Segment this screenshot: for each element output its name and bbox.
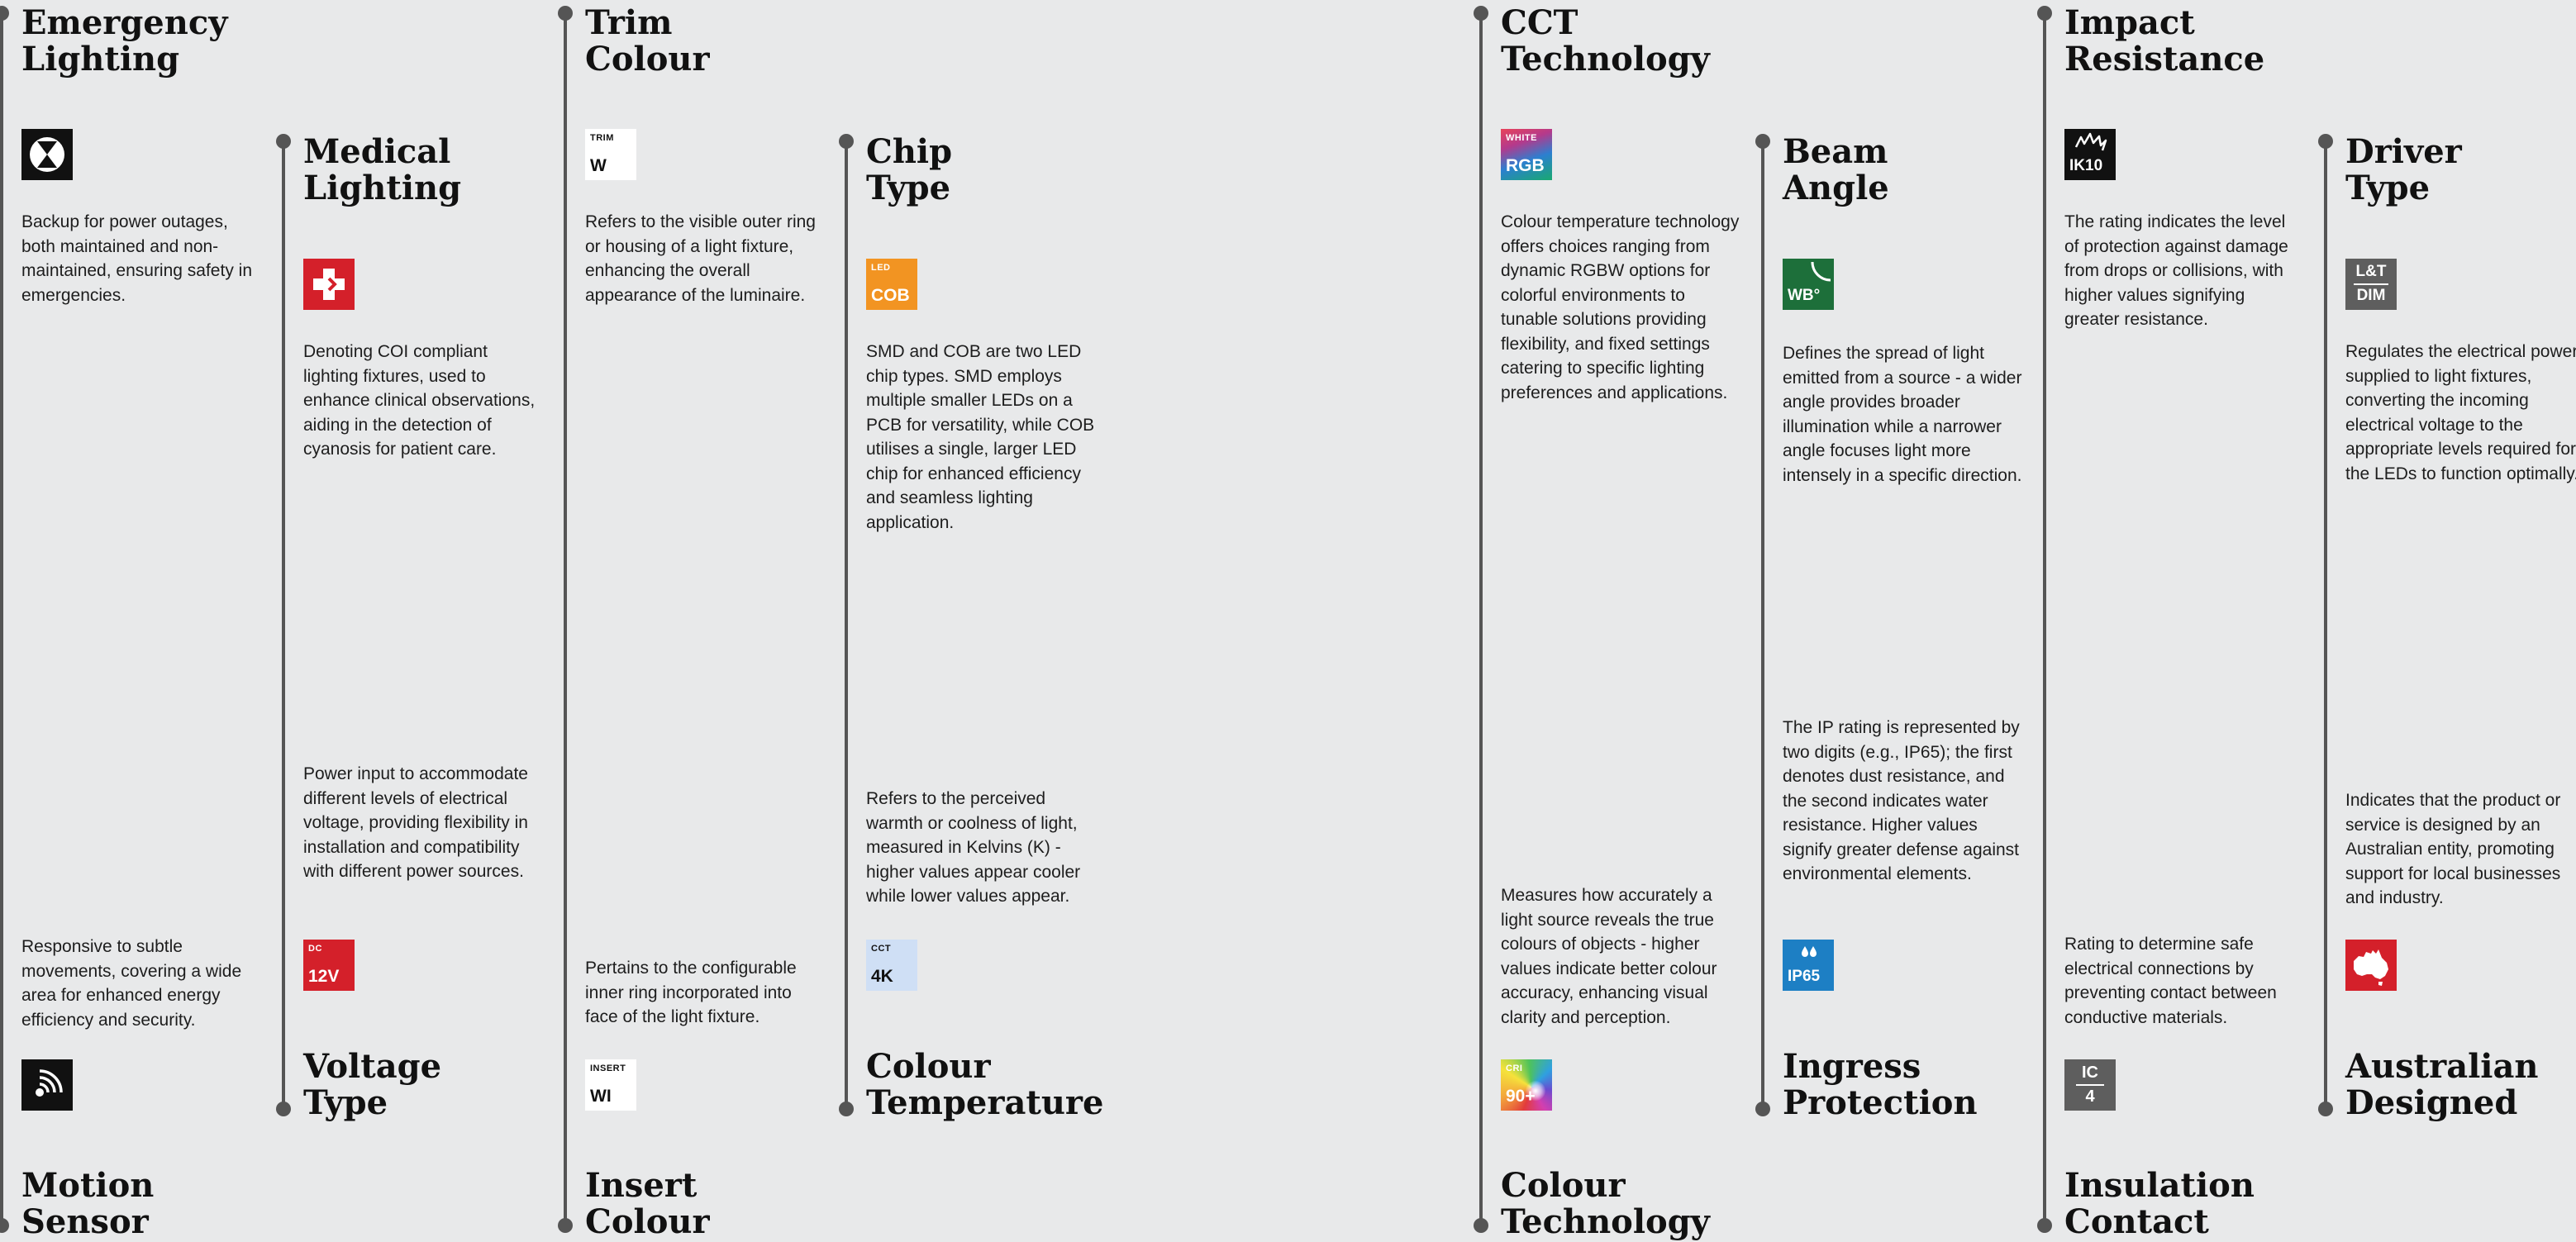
icon-caption: DC (308, 944, 322, 954)
feature-description: Measures how accurately a light source r… (1501, 886, 1717, 1027)
column-marker-dot (839, 1102, 854, 1116)
icon-value: IP65 (1788, 968, 1821, 985)
column-marker-dot (558, 1218, 573, 1233)
column-divider-line (564, 12, 567, 1230)
feature-description: Responsive to subtle movements, covering… (21, 937, 242, 1030)
feature-description: The IP rating is represented by two digi… (1783, 718, 2020, 883)
icon-value: COB (871, 286, 910, 305)
insert-colour-icon: INSERT WI (585, 1059, 636, 1111)
icon-value: 12V (308, 967, 340, 986)
ingress-protection-icon: IP65 (1783, 940, 1834, 991)
feature-title-motion-sensor: Motion Sensor (21, 1166, 155, 1241)
column-marker-dot (2318, 134, 2333, 149)
icon-caption: CCT (871, 944, 892, 954)
icon-value: 90+ (1506, 1087, 1536, 1106)
voltage-type-icon: DC 12V (303, 940, 355, 991)
column-divider-line (2043, 12, 2046, 1230)
impact-resistance-icon: IK10 (2064, 129, 2116, 180)
feature-title-australian-designed: Australian Designed (2345, 1047, 2539, 1122)
australia-map-icon (2345, 940, 2397, 991)
feature-title-insert-colour: Insert Colour (585, 1166, 710, 1241)
icon-value: 4K (871, 967, 893, 986)
feature-description: Power input to accommodate different lev… (303, 764, 528, 881)
feature-title-driver-type: Driver Type (2345, 132, 2462, 207)
feature-description: Regulates the electrical power supplied … (2345, 342, 2576, 483)
column-marker-dot (276, 1102, 291, 1116)
feature-description: Refers to the visible outer ring or hous… (585, 212, 816, 305)
feature-title-emergency-lighting: Emergency Lighting (21, 3, 228, 79)
feature-title-trim-colour: Trim Colour (585, 3, 710, 79)
column-marker-dot (2037, 6, 2052, 21)
feature-description: Pertains to the configurable inner ring … (585, 959, 797, 1026)
feature-title-ingress-protection: Ingress Protection (1783, 1047, 1978, 1122)
column-divider-line (1761, 140, 1764, 1109)
feature-description: Refers to the perceived warmth or coolne… (866, 789, 1081, 906)
icon-caption: INSERT (590, 1064, 626, 1073)
chip-type-icon: LED COB (866, 259, 917, 310)
column-marker-dot (558, 6, 573, 21)
insulation-contact-icon: IC 4 (2064, 1059, 2116, 1111)
colour-temperature-icon: CCT 4K (866, 940, 917, 991)
column-marker-dot (2318, 1102, 2333, 1116)
column-divider-line (1479, 12, 1483, 1230)
icon-caption: CRI (1506, 1064, 1523, 1073)
column-marker-dot (839, 134, 854, 149)
feature-title-medical-lighting: Medical Lighting (303, 132, 462, 207)
medical-cross-icon (303, 259, 355, 310)
feature-title-impact-resistance: Impact Resistance (2064, 3, 2265, 79)
column-divider-line (282, 140, 285, 1109)
icon-value: 4 (2085, 1087, 2095, 1106)
column-marker-dot (1474, 6, 1488, 21)
icon-caption: TRIM (590, 133, 614, 143)
emergency-icon (21, 129, 73, 180)
column-divider-line (845, 140, 848, 1109)
column-marker-dot (0, 6, 9, 21)
column-marker-dot (276, 134, 291, 149)
driver-type-icon: L&T DIM (2345, 259, 2397, 310)
icon-value: RGB (1506, 156, 1545, 175)
feature-title-insulation-contact: Insulation Contact (2064, 1166, 2255, 1241)
trim-colour-icon: TRIM W (585, 129, 636, 180)
feature-title-colour-temperature: Colour Temperature (866, 1047, 1104, 1122)
feature-description: Indicates that the product or service is… (2345, 791, 2561, 907)
feature-description: SMD and COB are two LED chip types. SMD … (866, 342, 1095, 532)
feature-description: Colour temperature technology offers cho… (1501, 212, 1740, 402)
icon-value: IC (2082, 1064, 2098, 1082)
column-marker-dot (0, 1218, 9, 1233)
cri-icon: CRI 90+ (1501, 1059, 1552, 1111)
icon-caption: WHITE (1506, 133, 1537, 143)
feature-description: Rating to determine safe electrical conn… (2064, 935, 2277, 1027)
feature-description: The rating indicates the level of protec… (2064, 212, 2288, 329)
column-marker-dot (2037, 1218, 2052, 1233)
icon-value: WI (590, 1087, 612, 1106)
icon-caption: LED (871, 263, 891, 273)
feature-title-cct-technology: CCT Technology (1501, 3, 1710, 79)
column-marker-dot (1474, 1218, 1488, 1233)
icon-value: L&T (2355, 263, 2387, 280)
feature-title-colour-technology: Colour Technology (1501, 1166, 1710, 1241)
column-marker-dot (1755, 1102, 1770, 1116)
feature-description: Denoting COI compliant lighting fixtures… (303, 342, 536, 459)
feature-description: Backup for power outages, both maintaine… (21, 212, 252, 305)
icon-value: IK10 (2069, 157, 2103, 174)
icon-value: W (590, 156, 607, 175)
feature-title-chip-type: Chip Type (866, 132, 953, 207)
feature-title-beam-angle: Beam Angle (1783, 132, 1889, 207)
icon-value: DIM (2356, 287, 2386, 304)
motion-sensor-icon (21, 1059, 73, 1111)
cct-rgb-icon: WHITE RGB (1501, 129, 1552, 180)
feature-description: Defines the spread of light emitted from… (1783, 344, 2022, 485)
icon-value: WB° (1788, 287, 1821, 304)
column-divider-line (2324, 140, 2327, 1109)
feature-title-voltage-type: Voltage Type (303, 1047, 442, 1122)
column-divider-line (0, 12, 3, 1230)
beam-angle-icon: WB° (1783, 259, 1834, 310)
column-marker-dot (1755, 134, 1770, 149)
